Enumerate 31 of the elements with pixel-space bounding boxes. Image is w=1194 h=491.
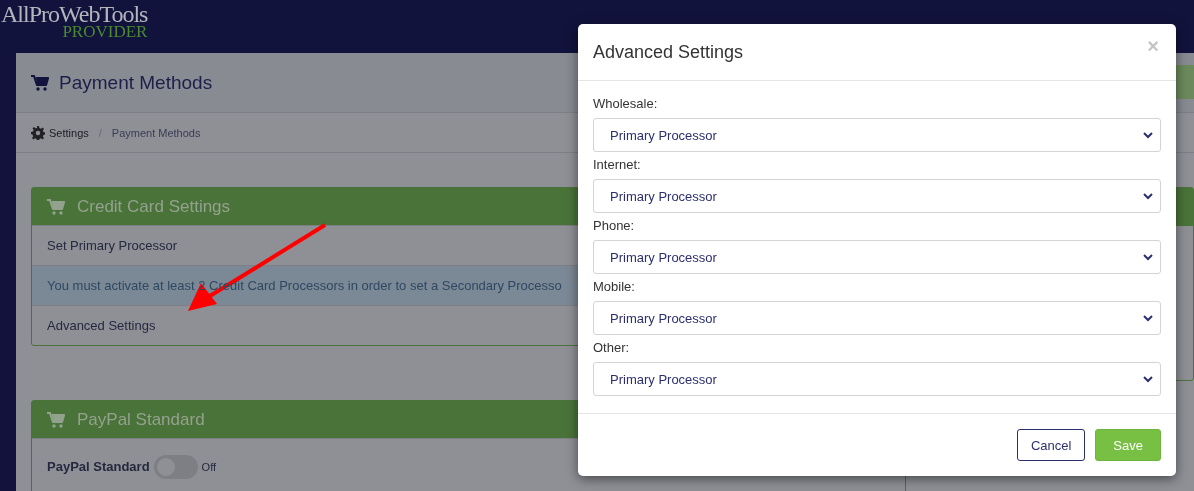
- chevron-down-icon: [1143, 314, 1153, 322]
- cancel-button[interactable]: Cancel: [1016, 429, 1086, 461]
- page-title: Payment Methods: [59, 71, 213, 94]
- chevron-down-icon: [1143, 375, 1153, 383]
- toggle-label: PayPal Standard: [47, 459, 150, 474]
- dropdown-field[interactable]: Primary Processor: [593, 118, 1161, 152]
- chevron-down-icon: [1143, 192, 1153, 200]
- cart-icon: [31, 74, 49, 91]
- toggle-state: Off: [201, 460, 217, 473]
- menu-link[interactable]: Advanced Settings: [47, 318, 156, 333]
- dropdown-field[interactable]: Primary Processor: [593, 179, 1161, 213]
- dropdown-field[interactable]: Primary Processor: [593, 301, 1161, 335]
- field-label: Internet:: [593, 157, 642, 173]
- logo[interactable]: AllProWebTools PROVIDER: [0, 2, 148, 40]
- field-label: Wholesale:: [593, 96, 659, 112]
- chevron-down-icon: [1143, 253, 1153, 261]
- dropdown-field[interactable]: Primary Processor: [593, 362, 1161, 396]
- dropdown-field[interactable]: Primary Processor: [593, 240, 1161, 274]
- cart-icon: [47, 411, 65, 428]
- field-label: Phone:: [593, 218, 636, 234]
- breadcrumb-separator: /: [98, 126, 102, 139]
- gear-icon: [31, 125, 45, 140]
- panel-title: PayPal Standard: [77, 409, 205, 430]
- field-label: Mobile:: [593, 279, 636, 295]
- modal-title: Advanced Settings: [593, 41, 744, 63]
- menu-link[interactable]: Set Primary Processor: [47, 238, 178, 253]
- chevron-down-icon: [1143, 131, 1153, 139]
- field-label: Other:: [593, 340, 631, 356]
- panel-title: Credit Card Settings: [77, 196, 231, 217]
- breadcrumb-link[interactable]: Settings: [49, 126, 89, 139]
- cart-icon: [47, 198, 65, 215]
